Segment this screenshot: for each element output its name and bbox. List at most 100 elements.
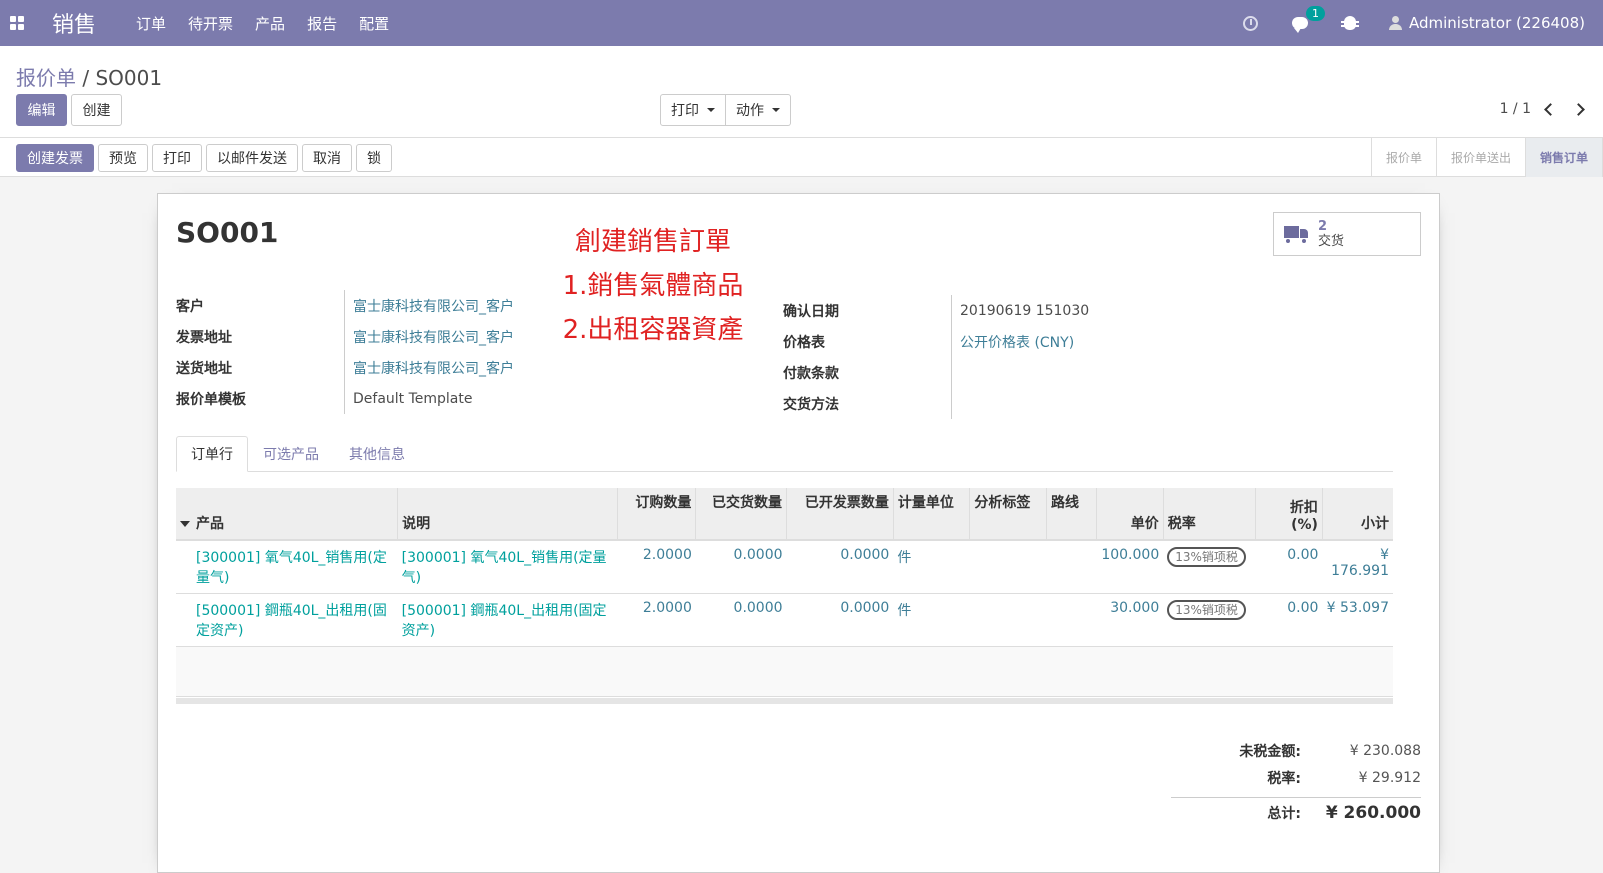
breadcrumb: 报价单 / SO001 — [16, 62, 162, 91]
print-button[interactable]: 打印 — [152, 144, 202, 172]
stage-quotation[interactable]: 报价单 — [1372, 138, 1437, 177]
field-label-customer: 客户 — [176, 298, 204, 315]
create-button[interactable]: 创建 — [71, 94, 122, 126]
delivery-method-field[interactable] — [951, 388, 960, 419]
field-label-delivery-method: 交货方法 — [783, 396, 839, 413]
customer-field[interactable]: 富士康科技有限公司_客户 — [344, 290, 514, 321]
pager-next-icon[interactable] — [1569, 100, 1587, 118]
column-header-uom[interactable]: 计量单位 — [893, 488, 971, 541]
column-header-route[interactable]: 路线 — [1046, 488, 1098, 541]
menu-orders[interactable]: 订单 — [136, 13, 166, 34]
invoice-address-field[interactable]: 富士康科技有限公司_客户 — [344, 321, 514, 352]
line-description[interactable]: [300001] 氧气40L_销售用(定量气) — [402, 550, 607, 586]
quotation-template-field[interactable]: Default Template — [344, 383, 473, 414]
status-stages: 报价单 报价单送出 销售订单 — [1370, 138, 1603, 177]
table-row[interactable]: [500001] 鋼瓶40L_出租用(固定资产) [500001] 鋼瓶40L_… — [176, 593, 1393, 647]
delivery-smart-button[interactable]: 2 交货 — [1273, 212, 1421, 256]
line-description[interactable]: [500001] 鋼瓶40L_出租用(固定资产) — [402, 603, 607, 639]
annotation-line: 1.銷售氣體商品 — [562, 271, 744, 301]
line-delivered-qty[interactable]: 0.0000 — [695, 593, 787, 647]
stage-quotation-sent[interactable]: 报价单送出 — [1437, 138, 1526, 177]
line-uom[interactable]: 件 — [893, 593, 970, 647]
record-title: SO001 — [176, 216, 279, 249]
user-icon — [1389, 16, 1402, 30]
menu-configuration[interactable]: 配置 — [359, 13, 389, 34]
red-annotation: 創建銷售訂單 1.銷售氣體商品 2.出租容器資產 — [553, 220, 753, 352]
truck-icon — [1284, 226, 1308, 244]
cancel-button[interactable]: 取消 — [302, 144, 352, 172]
edit-button[interactable]: 编辑 — [16, 94, 67, 126]
line-subtotal: ¥ 176.991 — [1322, 540, 1393, 594]
field-label-payment-terms: 付款条款 — [783, 365, 839, 382]
send-by-email-button[interactable]: 以邮件发送 — [206, 144, 298, 172]
field-label-confirmation-date: 确认日期 — [783, 303, 839, 320]
total-amount-value: ¥ 260.000 — [1325, 802, 1421, 823]
line-discount[interactable]: 0.00 — [1255, 593, 1323, 647]
tax-tag[interactable]: 13%销项税 — [1167, 600, 1246, 620]
tab-optional-products[interactable]: 可选产品 — [248, 436, 334, 472]
breadcrumb-quotations[interactable]: 报价单 — [16, 66, 76, 90]
notebook-tabs: 订单行 可选产品 其他信息 — [176, 436, 1393, 472]
line-analytic-tags[interactable] — [969, 593, 1047, 647]
line-unit-price[interactable]: 100.000 — [1096, 540, 1164, 594]
line-route[interactable] — [1046, 593, 1097, 647]
table-row[interactable]: [300001] 氧气40L_销售用(定量气) [300001] 氧气40L_销… — [176, 540, 1393, 594]
column-header-ordered-qty[interactable]: 订购数量 — [617, 488, 697, 541]
action-dropdown-label: 动作 — [736, 102, 764, 118]
app-brand: 销售 — [52, 13, 97, 38]
line-ordered-qty[interactable]: 2.0000 — [617, 593, 696, 647]
preview-button[interactable]: 预览 — [98, 144, 148, 172]
user-name: Administrator (226408) — [1409, 14, 1585, 32]
stage-sales-order[interactable]: 销售订单 — [1525, 138, 1603, 177]
untaxed-amount-label: 未税金额: — [1239, 743, 1301, 760]
column-header-description[interactable]: 说明 — [397, 488, 618, 541]
menu-reports[interactable]: 报告 — [307, 13, 337, 34]
control-panel: 报价单 / SO001 编辑 创建 打印 动作 1 / 1 — [0, 46, 1603, 138]
line-analytic-tags[interactable] — [969, 540, 1047, 594]
pricelist-field[interactable]: 公开价格表 (CNY) — [951, 326, 1074, 357]
field-label-invoice-address: 发票地址 — [176, 329, 232, 346]
line-product[interactable]: [500001] 鋼瓶40L_出租用(固定资产) — [196, 603, 387, 639]
total-amount-label: 总计: — [1267, 805, 1301, 822]
column-header-delivered-qty[interactable]: 已交货数量 — [695, 488, 788, 541]
payment-terms-field[interactable] — [951, 357, 960, 388]
menu-products[interactable]: 产品 — [255, 13, 285, 34]
pager-previous-icon[interactable] — [1541, 100, 1559, 118]
field-label-quotation-template: 报价单模板 — [176, 391, 246, 408]
messages-chat-icon[interactable]: 1 — [1289, 6, 1325, 34]
line-product[interactable]: [300001] 氧气40L_销售用(定量气) — [196, 550, 387, 586]
column-header-unit-price[interactable]: 单价 — [1096, 488, 1164, 541]
pager-value[interactable]: 1 / 1 — [1500, 101, 1531, 117]
tax-tag[interactable]: 13%销项税 — [1167, 547, 1246, 567]
apps-grid-icon[interactable] — [10, 16, 24, 30]
column-header-taxes[interactable]: 税率 — [1163, 488, 1257, 541]
delivery-address-field[interactable]: 富士康科技有限公司_客户 — [344, 352, 514, 383]
tab-other-info[interactable]: 其他信息 — [334, 436, 420, 472]
lock-button[interactable]: 锁 — [356, 144, 392, 172]
right-field-group: 确认日期 20190619 151030 价格表 公开价格表 (CNY) 付款条款 … — [783, 295, 1089, 419]
sort-caret-icon — [180, 521, 190, 527]
column-header-product[interactable]: 产品 — [176, 488, 399, 541]
debug-bug-icon[interactable] — [1339, 12, 1361, 34]
column-header-subtotal[interactable]: 小计 — [1322, 488, 1393, 541]
line-ordered-qty[interactable]: 2.0000 — [617, 540, 696, 594]
order-totals: 未税金额: ¥ 230.088 税率: ¥ 29.912 总计: ¥ 260.000 — [1171, 737, 1421, 827]
print-dropdown[interactable]: 打印 — [660, 94, 726, 126]
line-uom[interactable]: 件 — [893, 540, 970, 594]
line-unit-price[interactable]: 30.000 — [1096, 593, 1164, 647]
create-invoice-button[interactable]: 创建发票 — [16, 144, 94, 172]
column-header-analytic-tags[interactable]: 分析标签 — [969, 488, 1047, 541]
left-field-group: 客户 富士康科技有限公司_客户 发票地址 富士康科技有限公司_客户 送货地址 富士康科… — [176, 290, 514, 414]
column-header-discount[interactable]: 折扣 (%) — [1255, 488, 1323, 541]
menu-to-invoice[interactable]: 待开票 — [188, 13, 233, 34]
action-dropdown[interactable]: 动作 — [726, 94, 791, 126]
column-header-invoiced-qty[interactable]: 已开发票数量 — [786, 488, 894, 541]
line-route[interactable] — [1046, 540, 1097, 594]
line-delivered-qty[interactable]: 0.0000 — [695, 540, 787, 594]
confirmation-date-field[interactable]: 20190619 151030 — [951, 295, 1089, 326]
line-discount[interactable]: 0.00 — [1255, 540, 1323, 594]
statusbar: 创建发票 预览 打印 以邮件发送 取消 锁 报价单 报价单送出 销售订单 — [0, 138, 1603, 177]
tab-order-lines[interactable]: 订单行 — [176, 436, 248, 472]
user-menu[interactable]: Administrator (226408) — [1389, 14, 1585, 32]
activity-clock-icon[interactable] — [1239, 12, 1261, 34]
